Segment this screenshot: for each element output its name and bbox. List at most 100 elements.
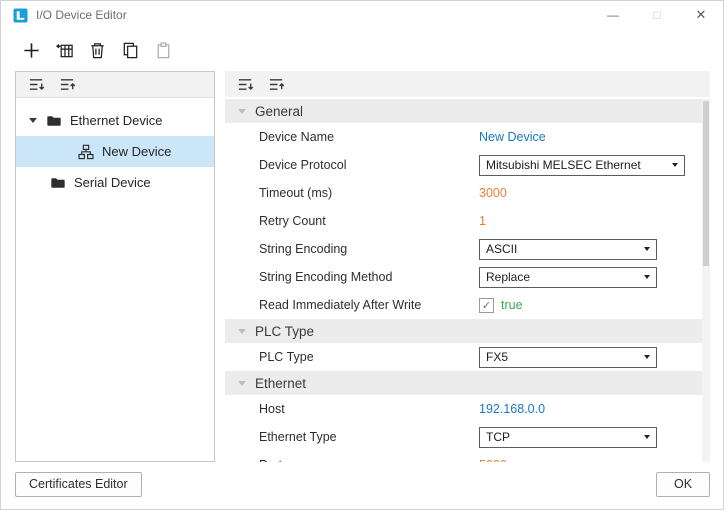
certificates-editor-button[interactable]: Certificates Editor bbox=[15, 471, 142, 497]
main-toolbar bbox=[1, 29, 723, 71]
main-content: Ethernet Device New Device Serial Device bbox=[1, 71, 723, 465]
chevron-down-icon bbox=[644, 247, 650, 251]
copy-icon bbox=[121, 41, 140, 60]
property-grid: General Device Name New Device Device Pr… bbox=[225, 99, 710, 462]
property-row-ethernet-type: Ethernet Type TCP bbox=[225, 423, 710, 451]
section-header-plc-type[interactable]: PLC Type bbox=[225, 319, 710, 343]
property-row-device-protocol: Device Protocol Mitsubishi MELSEC Ethern… bbox=[225, 151, 710, 179]
property-panel: General Device Name New Device Device Pr… bbox=[225, 71, 710, 462]
sidebar-item-serial-device[interactable]: Serial Device bbox=[16, 167, 214, 198]
section-header-ethernet[interactable]: Ethernet bbox=[225, 371, 710, 395]
collapse-all-icon bbox=[28, 76, 45, 93]
string-encoding-method-dropdown[interactable]: Replace bbox=[479, 266, 657, 288]
sidebar-item-ethernet-device[interactable]: Ethernet Device bbox=[16, 105, 214, 136]
scrollbar-thumb[interactable] bbox=[703, 101, 709, 266]
copy-button[interactable] bbox=[118, 38, 143, 63]
collapse-all-button[interactable] bbox=[25, 74, 47, 96]
section-title: PLC Type bbox=[255, 323, 315, 339]
property-row-retry-count: Retry Count 1 bbox=[225, 207, 710, 235]
port-value[interactable]: 5000 bbox=[479, 458, 507, 462]
dropdown-value: Mitsubishi MELSEC Ethernet bbox=[486, 158, 641, 172]
device-name-value[interactable]: New Device bbox=[479, 130, 546, 144]
property-row-port: Port 5000 bbox=[225, 451, 710, 462]
chevron-down-icon[interactable] bbox=[29, 118, 37, 123]
property-label: String Encoding Method bbox=[259, 270, 393, 284]
dropdown-value: Replace bbox=[486, 270, 531, 284]
collapse-all-sections-button[interactable] bbox=[234, 73, 256, 95]
read-immediately-value: true bbox=[501, 298, 523, 312]
tree-toolbar bbox=[16, 72, 214, 98]
network-device-icon bbox=[78, 144, 94, 160]
property-row-string-encoding-method: String Encoding Method Replace bbox=[225, 263, 710, 291]
property-row-host: Host 192.168.0.0 bbox=[225, 395, 710, 423]
folder-icon bbox=[50, 175, 66, 191]
paste-button[interactable] bbox=[151, 38, 176, 63]
paste-icon bbox=[154, 41, 173, 60]
property-row-device-name: Device Name New Device bbox=[225, 123, 710, 151]
delete-button[interactable] bbox=[85, 38, 110, 63]
plc-type-dropdown[interactable]: FX5 bbox=[479, 346, 657, 368]
app-icon bbox=[13, 7, 28, 23]
section-header-general[interactable]: General bbox=[225, 99, 710, 123]
property-label: Host bbox=[259, 402, 285, 416]
window-controls: — □ ✕ bbox=[591, 1, 723, 29]
dropdown-value: ASCII bbox=[486, 242, 518, 256]
property-label: Read Immediately After Write bbox=[259, 298, 422, 312]
ethernet-type-dropdown[interactable]: TCP bbox=[479, 426, 657, 448]
property-label: String Encoding bbox=[259, 242, 348, 256]
timeout-value[interactable]: 3000 bbox=[479, 186, 507, 200]
property-label: Device Protocol bbox=[259, 158, 347, 172]
chevron-down-icon bbox=[644, 275, 650, 279]
device-protocol-dropdown[interactable]: Mitsubishi MELSEC Ethernet bbox=[479, 154, 685, 176]
folder-icon bbox=[46, 113, 62, 129]
chevron-down-icon bbox=[238, 328, 246, 334]
property-row-timeout: Timeout (ms) 3000 bbox=[225, 179, 710, 207]
section-title: General bbox=[255, 103, 304, 119]
dropdown-value: TCP bbox=[486, 430, 510, 444]
dropdown-value: FX5 bbox=[486, 350, 509, 364]
add-device-button[interactable] bbox=[19, 38, 44, 63]
add-table-icon bbox=[55, 41, 74, 60]
expand-all-icon bbox=[268, 76, 285, 93]
expand-all-sections-button[interactable] bbox=[265, 73, 287, 95]
string-encoding-dropdown[interactable]: ASCII bbox=[479, 238, 657, 260]
property-toolbar bbox=[225, 71, 710, 97]
section-title: Ethernet bbox=[255, 375, 307, 391]
collapse-all-icon bbox=[237, 76, 254, 93]
property-row-string-encoding: String Encoding ASCII bbox=[225, 235, 710, 263]
retry-count-value[interactable]: 1 bbox=[479, 214, 486, 228]
property-label: Retry Count bbox=[259, 214, 326, 228]
expand-all-icon bbox=[59, 76, 76, 93]
add-table-button[interactable] bbox=[52, 38, 77, 63]
device-tree-panel: Ethernet Device New Device Serial Device bbox=[15, 71, 215, 462]
chevron-down-icon bbox=[644, 435, 650, 439]
add-icon bbox=[22, 41, 41, 60]
sidebar-item-new-device[interactable]: New Device bbox=[16, 136, 214, 167]
maximize-button[interactable]: □ bbox=[635, 1, 679, 29]
property-label: PLC Type bbox=[259, 350, 314, 364]
chevron-down-icon bbox=[238, 380, 246, 386]
tree-item-label: New Device bbox=[102, 144, 172, 159]
ok-button[interactable]: OK bbox=[656, 471, 710, 497]
chevron-down-icon bbox=[238, 108, 246, 114]
device-tree: Ethernet Device New Device Serial Device bbox=[16, 98, 214, 198]
property-label: Device Name bbox=[259, 130, 335, 144]
vertical-scrollbar[interactable] bbox=[702, 99, 710, 462]
close-button[interactable]: ✕ bbox=[679, 1, 723, 29]
chevron-down-icon bbox=[644, 355, 650, 359]
property-label: Ethernet Type bbox=[259, 430, 337, 444]
window-title: I/O Device Editor bbox=[36, 8, 127, 22]
delete-icon bbox=[88, 41, 107, 60]
host-value[interactable]: 192.168.0.0 bbox=[479, 402, 545, 416]
tree-item-label: Serial Device bbox=[74, 175, 151, 190]
footer-bar: Certificates Editor OK bbox=[1, 465, 723, 509]
expand-all-button[interactable] bbox=[56, 74, 78, 96]
minimize-button[interactable]: — bbox=[591, 1, 635, 29]
titlebar: I/O Device Editor — □ ✕ bbox=[1, 1, 723, 29]
property-label: Port bbox=[259, 458, 479, 462]
tree-item-label: Ethernet Device bbox=[70, 113, 163, 128]
property-row-read-immediately: Read Immediately After Write ✓ true bbox=[225, 291, 710, 319]
io-device-editor-window: I/O Device Editor — □ ✕ Ethernet Device … bbox=[0, 0, 724, 510]
property-label: Timeout (ms) bbox=[259, 186, 333, 200]
read-immediately-checkbox[interactable]: ✓ bbox=[479, 297, 494, 313]
